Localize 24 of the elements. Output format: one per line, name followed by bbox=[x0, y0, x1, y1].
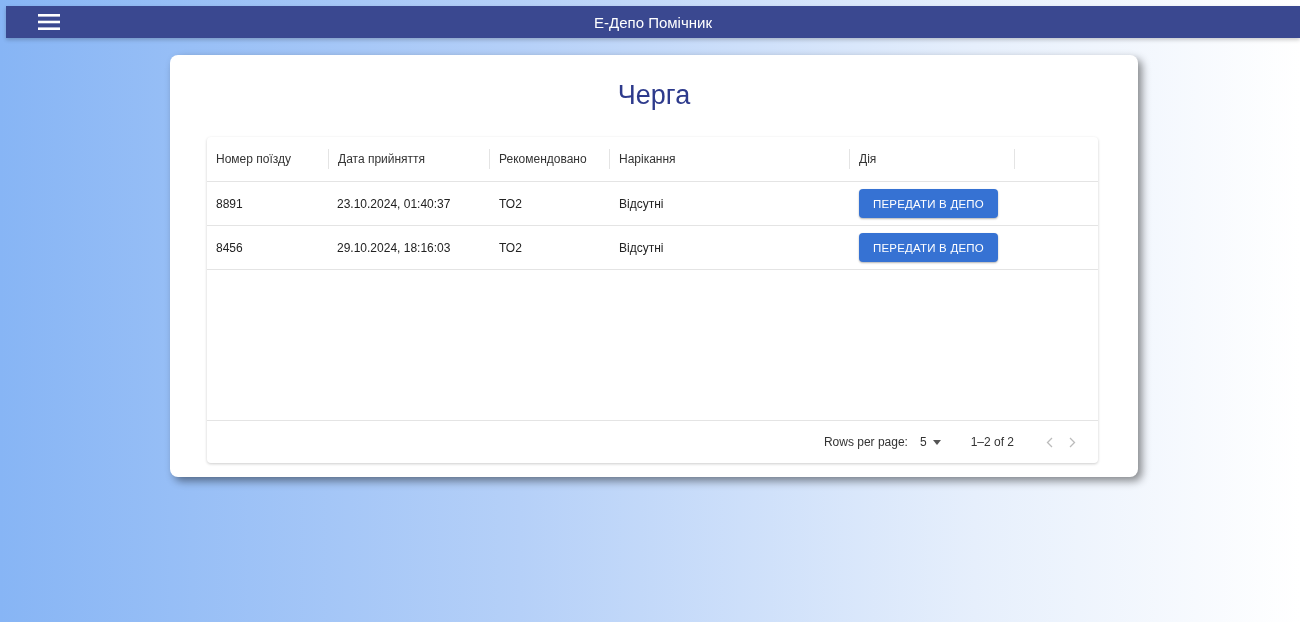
table-cell-text: 8456 bbox=[215, 240, 244, 255]
rows-per-page-label: Rows per page: bbox=[823, 435, 908, 449]
menu-icon bbox=[38, 14, 60, 30]
table-cell-text: Відсутні bbox=[618, 196, 665, 211]
table-cell-text: 23.10.2024, 01:40:37 bbox=[336, 196, 452, 211]
table-cell-text: ТО2 bbox=[498, 240, 523, 255]
transfer-button[interactable]: ПЕРЕДАТИ В ДЕПО bbox=[859, 189, 998, 218]
table-cell-text: Відсутні bbox=[618, 240, 665, 255]
rows-per-page-select[interactable]: 5 bbox=[919, 435, 941, 449]
chevron-right-icon bbox=[1069, 436, 1076, 448]
chevron-left-icon bbox=[1046, 436, 1053, 448]
column-header: Номер поїзду bbox=[215, 151, 293, 168]
transfer-button[interactable]: ПЕРЕДАТИ В ДЕПО bbox=[859, 233, 998, 262]
table-cell-text: 8891 bbox=[215, 196, 244, 211]
column-header: Нарікання bbox=[610, 149, 850, 169]
page-range: 1–2 of 2 bbox=[970, 435, 1014, 449]
dropdown-caret-icon bbox=[932, 439, 941, 445]
column-header: Рекомендовано bbox=[490, 149, 610, 169]
page-title: Черга bbox=[616, 79, 692, 112]
column-header: Дата прийняття bbox=[328, 149, 490, 169]
column-header: Дія bbox=[850, 149, 1015, 169]
table-cell-text: ТО2 bbox=[498, 196, 523, 211]
app-title: Е-Депо Помічник bbox=[594, 13, 712, 31]
table-cell-text: 29.10.2024, 18:16:03 bbox=[336, 240, 452, 255]
